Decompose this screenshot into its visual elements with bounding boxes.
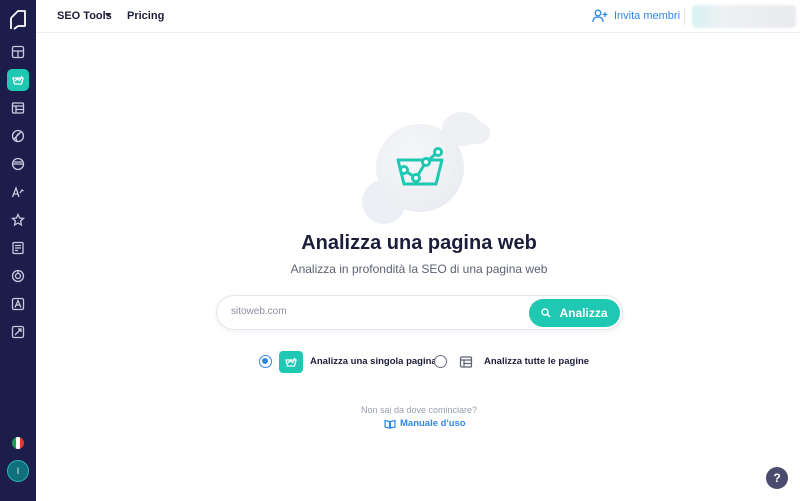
sidebar-item-site-audit[interactable] [7, 97, 29, 119]
all-pages-icon[interactable] [454, 351, 478, 373]
help-hint: Non sai da dove cominciare? [360, 405, 478, 415]
chevron-down-icon[interactable] [105, 13, 111, 17]
manual-link-label: Manuale d'uso [400, 418, 466, 429]
menu-pricing[interactable]: Pricing [127, 10, 164, 22]
divider [684, 8, 685, 25]
radio-all-pages[interactable] [434, 355, 447, 368]
option-all-pages-label[interactable]: Analizza tutte le pagine [484, 356, 589, 367]
user-avatar[interactable]: I [7, 460, 29, 482]
url-input[interactable] [231, 306, 511, 317]
site-audit-icon [11, 102, 25, 114]
menu-seo-tools[interactable]: SEO Tools [57, 10, 112, 22]
sidebar-item-reports[interactable] [7, 321, 29, 343]
sidebar-item-seo-checker[interactable] [7, 69, 29, 91]
search-bar: Analizza [216, 295, 623, 330]
app-logo-icon[interactable] [6, 8, 30, 32]
sidebar-item-keywords[interactable] [7, 181, 29, 203]
serp-checker-icon [11, 157, 25, 171]
dashboard-icon [11, 45, 25, 59]
analyze-button-label: Analizza [559, 306, 608, 320]
account-menu[interactable] [692, 5, 796, 28]
ai-writer-icon [11, 297, 25, 311]
analyze-button[interactable]: Analizza [529, 299, 620, 327]
domain-globe-icon [11, 129, 25, 143]
seo-analysis-icon [396, 147, 444, 186]
page-title: Analizza una pagina web [301, 232, 537, 254]
language-flag-icon[interactable] [12, 437, 24, 449]
single-page-icon[interactable] [279, 351, 303, 373]
sidebar-item-domain[interactable] [7, 125, 29, 147]
page-subtitle: Analizza in profondità la SEO di una pag… [290, 262, 548, 276]
add-user-icon [592, 9, 608, 23]
sidebar-item-ai-writer[interactable] [7, 293, 29, 315]
invite-members-label: Invita membri [614, 10, 681, 22]
keyword-research-icon [11, 186, 24, 198]
hero-illustration [362, 110, 494, 228]
radio-single-page[interactable] [259, 355, 272, 368]
option-single-page-label[interactable]: Analizza una singola pagina [310, 356, 437, 367]
sidebar-item-dashboard[interactable] [7, 41, 29, 63]
sidebar-item-rank-tracker[interactable] [7, 209, 29, 231]
manual-link[interactable]: Manuale d'uso [384, 418, 466, 429]
seo-checker-icon [12, 75, 24, 85]
help-button[interactable]: ? [766, 467, 788, 489]
reports-icon [11, 325, 25, 339]
top-bar: SEO Tools Pricing Invita membri [36, 0, 800, 33]
invite-members-button[interactable]: Invita membri [592, 7, 680, 25]
cloud-shape [464, 122, 490, 144]
search-icon [541, 308, 551, 318]
rank-tracker-icon [11, 213, 25, 227]
sidebar-item-serp[interactable] [7, 153, 29, 175]
book-icon [384, 419, 396, 429]
